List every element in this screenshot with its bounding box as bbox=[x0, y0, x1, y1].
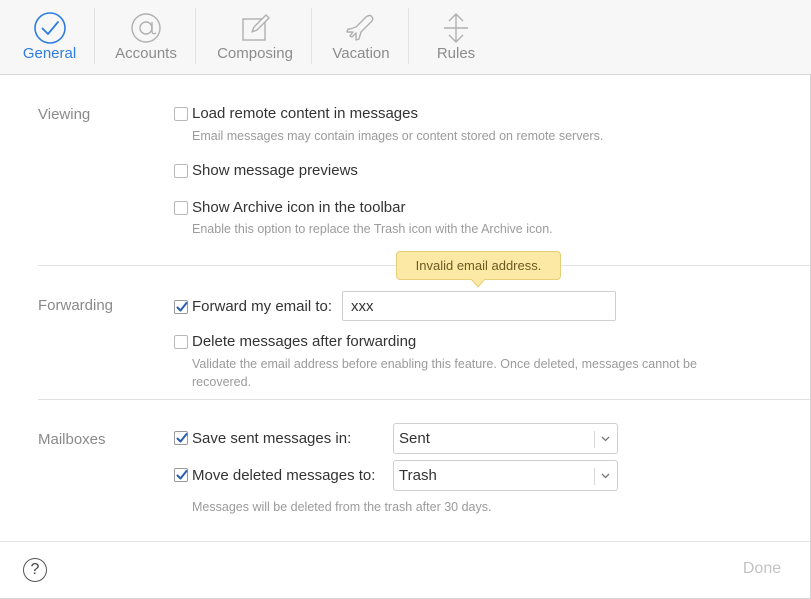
forwarding-section-label: Forwarding bbox=[38, 297, 114, 314]
trash-retention-hint: Messages will be deleted from the trash … bbox=[192, 500, 492, 514]
done-button[interactable]: Done bbox=[730, 560, 794, 578]
tab-separator bbox=[195, 8, 196, 64]
save-sent-select-value: Sent bbox=[399, 430, 430, 447]
load-remote-content-hint: Email messages may contain images or con… bbox=[192, 129, 604, 143]
footer-divider bbox=[0, 541, 810, 542]
select-divider bbox=[594, 431, 595, 448]
delete-after-forwarding-checkbox[interactable] bbox=[174, 335, 188, 349]
show-archive-icon-label[interactable]: Show Archive icon in the toolbar bbox=[192, 199, 405, 216]
select-divider bbox=[594, 468, 595, 485]
tab-rules[interactable]: Rules bbox=[420, 0, 492, 74]
checkmark-icon bbox=[176, 302, 188, 312]
move-deleted-select-value: Trash bbox=[399, 467, 437, 484]
tab-separator bbox=[408, 8, 409, 64]
tab-rules-label: Rules bbox=[436, 45, 476, 62]
invalid-email-tooltip: Invalid email address. bbox=[396, 251, 561, 280]
preferences-toolbar: General Accounts Composing Vacation Rule… bbox=[0, 0, 811, 75]
airplane-icon bbox=[344, 11, 378, 45]
save-sent-checkbox[interactable] bbox=[174, 431, 188, 445]
move-deleted-checkbox[interactable] bbox=[174, 468, 188, 482]
forward-email-input[interactable] bbox=[342, 291, 616, 321]
section-divider bbox=[38, 399, 810, 400]
load-remote-content-checkbox[interactable] bbox=[174, 107, 188, 121]
forward-email-label[interactable]: Forward my email to: bbox=[192, 298, 332, 315]
tab-accounts[interactable]: Accounts bbox=[105, 0, 187, 74]
save-sent-label[interactable]: Save sent messages in: bbox=[192, 430, 351, 447]
tab-composing[interactable]: Composing bbox=[205, 0, 305, 74]
show-previews-checkbox[interactable] bbox=[174, 164, 188, 178]
tab-accounts-label: Accounts bbox=[115, 45, 177, 62]
chevron-down-icon bbox=[601, 473, 610, 479]
delete-after-forwarding-hint-line2: recovered. bbox=[192, 375, 252, 389]
tab-vacation-label: Vacation bbox=[332, 45, 390, 62]
tab-separator bbox=[94, 8, 95, 64]
mail-preferences-window: General Accounts Composing Vacation Rule… bbox=[0, 0, 811, 599]
show-previews-label[interactable]: Show message previews bbox=[192, 162, 358, 179]
tab-separator bbox=[311, 8, 312, 64]
show-archive-icon-hint: Enable this option to replace the Trash … bbox=[192, 222, 553, 236]
compose-icon bbox=[238, 11, 272, 45]
tab-composing-label: Composing bbox=[217, 45, 293, 62]
show-archive-icon-checkbox[interactable] bbox=[174, 201, 188, 215]
checkmark-icon bbox=[176, 470, 188, 480]
move-deleted-label[interactable]: Move deleted messages to: bbox=[192, 467, 375, 484]
checkmark-icon bbox=[176, 433, 188, 443]
chevron-down-icon bbox=[601, 436, 610, 442]
rules-arrows-icon bbox=[439, 11, 473, 45]
tab-general-label: General bbox=[22, 45, 77, 62]
mailboxes-section-label: Mailboxes bbox=[38, 431, 106, 448]
delete-after-forwarding-label[interactable]: Delete messages after forwarding bbox=[192, 333, 416, 350]
move-deleted-select[interactable]: Trash bbox=[393, 460, 618, 491]
delete-after-forwarding-hint-line1: Validate the email address before enabli… bbox=[192, 357, 697, 371]
viewing-section-label: Viewing bbox=[38, 106, 91, 123]
tab-general[interactable]: General bbox=[14, 0, 85, 74]
forward-email-checkbox[interactable] bbox=[174, 300, 188, 314]
help-button[interactable]: ? bbox=[23, 558, 47, 582]
at-sign-icon bbox=[129, 11, 163, 45]
tab-vacation[interactable]: Vacation bbox=[322, 0, 400, 74]
save-sent-select[interactable]: Sent bbox=[393, 423, 618, 454]
load-remote-content-label[interactable]: Load remote content in messages bbox=[192, 105, 418, 122]
checkmark-circle-icon bbox=[33, 11, 67, 45]
tooltip-pointer bbox=[471, 279, 485, 288]
